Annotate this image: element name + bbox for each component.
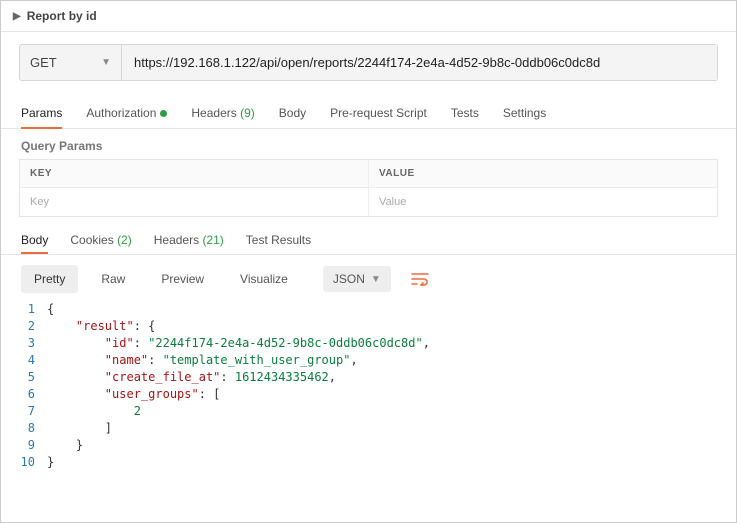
resp-tab-cookies[interactable]: Cookies (2): [70, 233, 131, 253]
code-text: "name": "template_with_user_group",: [47, 352, 358, 369]
qp-value-input[interactable]: Value: [368, 188, 717, 216]
panel-title: Report by id: [27, 9, 97, 23]
toolbar-visualize[interactable]: Visualize: [227, 265, 301, 293]
line-number: 2: [19, 318, 47, 335]
url-text: https://192.168.1.122/api/open/reports/2…: [134, 55, 600, 70]
qp-key-input[interactable]: Key: [20, 188, 368, 216]
code-text: ]: [47, 420, 112, 437]
code-text: "create_file_at": 1612434335462,: [47, 369, 336, 386]
tab-headers-count: (9): [240, 106, 255, 120]
response-body-code[interactable]: 1{ 2 "result": { 3 "id": "2244f174-2e4a-…: [1, 293, 736, 489]
http-method-label: GET: [30, 55, 57, 70]
query-params-table: KEY VALUE Key Value: [19, 159, 718, 217]
qp-head-key: KEY: [20, 160, 368, 187]
chevron-down-icon: ▼: [101, 57, 111, 68]
panel-header[interactable]: ▶ Report by id: [1, 1, 736, 32]
resp-tab-cookies-label: Cookies: [70, 233, 113, 247]
wrap-lines-icon[interactable]: [411, 272, 429, 286]
toolbar-pretty[interactable]: Pretty: [21, 265, 78, 293]
resp-tab-headers[interactable]: Headers (21): [154, 233, 224, 253]
line-number: 9: [19, 437, 47, 454]
code-text: }: [47, 437, 83, 454]
resp-tab-headers-label: Headers: [154, 233, 199, 247]
code-text: {: [47, 301, 54, 318]
status-dot-icon: [160, 110, 167, 117]
tab-authorization-label: Authorization: [86, 106, 156, 120]
resp-tab-test-results[interactable]: Test Results: [246, 233, 311, 253]
query-params-input-row: Key Value: [20, 187, 717, 216]
http-method-select[interactable]: GET ▼: [20, 45, 122, 80]
toolbar-format-select[interactable]: JSON ▼: [323, 266, 391, 292]
code-text: }: [47, 454, 54, 471]
tab-headers-label: Headers: [191, 106, 236, 120]
line-number: 1: [19, 301, 47, 318]
toolbar-raw[interactable]: Raw: [88, 265, 138, 293]
toolbar-format-label: JSON: [333, 272, 365, 286]
line-number: 10: [19, 454, 47, 471]
line-number: 7: [19, 403, 47, 420]
code-text: "result": {: [47, 318, 155, 335]
qp-head-value: VALUE: [368, 160, 717, 187]
tab-body[interactable]: Body: [279, 106, 306, 128]
resp-tab-body[interactable]: Body: [21, 233, 48, 253]
query-params-title: Query Params: [1, 129, 736, 159]
line-number: 5: [19, 369, 47, 386]
request-url-row: GET ▼ https://192.168.1.122/api/open/rep…: [19, 44, 718, 81]
tab-tests[interactable]: Tests: [451, 106, 479, 128]
code-text: "user_groups": [: [47, 386, 220, 403]
request-tabs: Params Authorization Headers (9) Body Pr…: [1, 95, 736, 129]
tab-params[interactable]: Params: [21, 106, 62, 128]
response-tabs: Body Cookies (2) Headers (21) Test Resul…: [1, 217, 736, 255]
line-number: 3: [19, 335, 47, 352]
tab-headers[interactable]: Headers (9): [191, 106, 254, 128]
chevron-right-icon: ▶: [13, 11, 21, 22]
resp-tab-headers-count: (21): [202, 233, 223, 247]
chevron-down-icon: ▼: [371, 274, 381, 285]
line-number: 6: [19, 386, 47, 403]
code-text: "id": "2244f174-2e4a-4d52-9b8c-0ddb06c0d…: [47, 335, 430, 352]
line-number: 4: [19, 352, 47, 369]
resp-tab-cookies-count: (2): [117, 233, 132, 247]
tab-authorization[interactable]: Authorization: [86, 106, 167, 128]
code-text: 2: [47, 403, 141, 420]
tab-settings[interactable]: Settings: [503, 106, 546, 128]
response-toolbar: Pretty Raw Preview Visualize JSON ▼: [1, 255, 736, 293]
query-params-header-row: KEY VALUE: [20, 160, 717, 187]
url-input[interactable]: https://192.168.1.122/api/open/reports/2…: [122, 45, 717, 80]
toolbar-preview[interactable]: Preview: [148, 265, 217, 293]
line-number: 8: [19, 420, 47, 437]
tab-prerequest[interactable]: Pre-request Script: [330, 106, 427, 128]
